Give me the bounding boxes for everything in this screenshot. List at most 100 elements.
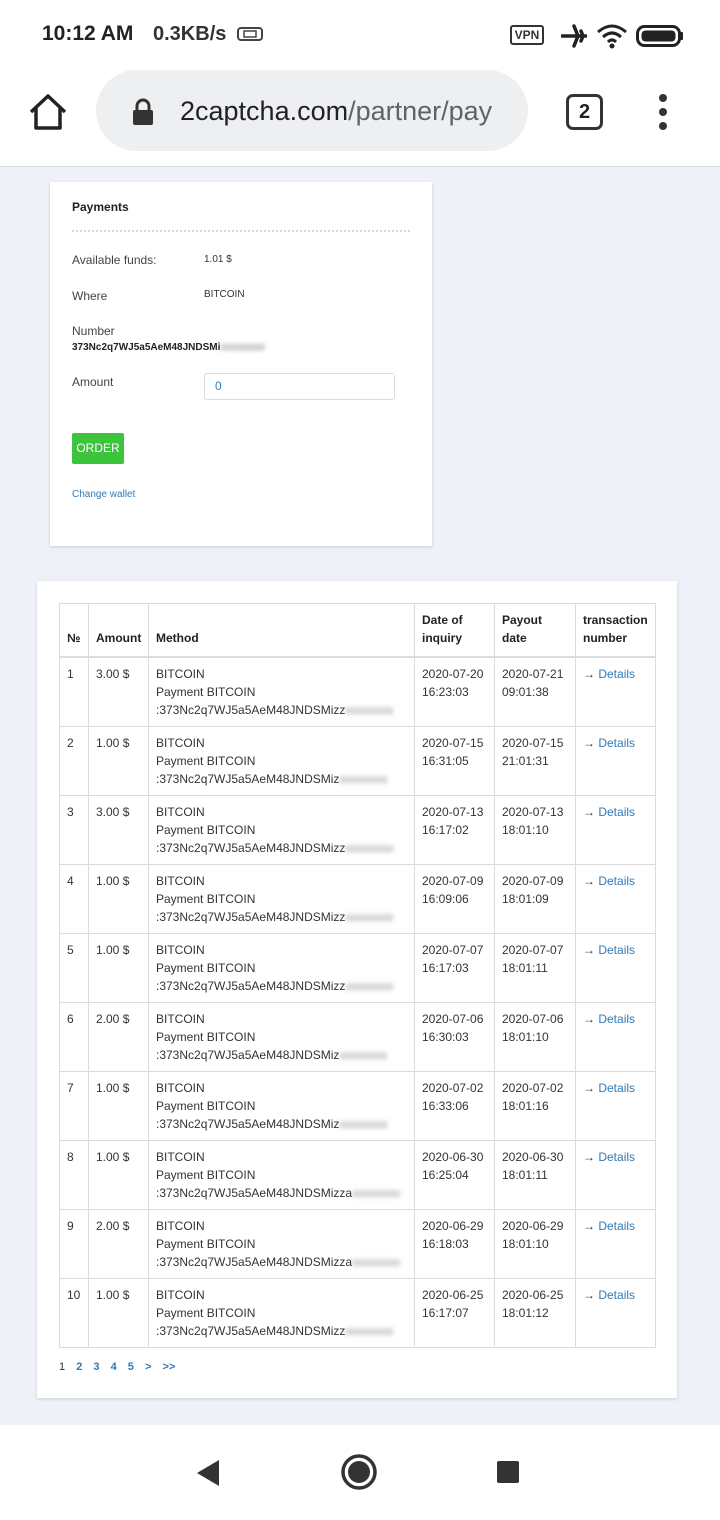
row-number: 2 <box>59 726 89 796</box>
page-3-link[interactable]: 3 <box>93 1361 99 1373</box>
col-header-method: Method <box>148 603 415 658</box>
row-method: BITCOIN Payment BITCOIN:373Nc2q7WJ5a5AeM4… <box>148 1002 415 1072</box>
row-number: 5 <box>59 933 89 1003</box>
arrow-right-icon: → <box>583 805 599 819</box>
url-text: 2captcha.com/partner/pay <box>180 96 492 127</box>
row-number: 1 <box>59 656 89 727</box>
row-inquiry-date: 2020-06-25 16:17:07 <box>414 1278 495 1348</box>
method-desc: Payment BITCOIN <box>156 685 256 699</box>
row-number: 8 <box>59 1140 89 1210</box>
row-method: BITCOIN Payment BITCOIN:373Nc2q7WJ5a5AeM4… <box>148 864 415 934</box>
method-type: BITCOIN <box>156 943 205 957</box>
details-link[interactable]: Details <box>598 1012 635 1026</box>
row-inquiry-date: 2020-07-09 16:09:06 <box>414 864 495 934</box>
more-options-icon[interactable] <box>652 92 676 132</box>
page-2-link[interactable]: 2 <box>76 1361 82 1373</box>
system-nav-bar <box>0 1425 720 1520</box>
home-icon[interactable] <box>28 92 68 132</box>
url-path: /partner/pay <box>348 96 493 126</box>
method-wallet: :373Nc2q7WJ5a5AeM48JNDSMizzxxxxxxxx <box>156 1324 394 1338</box>
page-5-link[interactable]: 5 <box>128 1361 134 1373</box>
method-wallet: :373Nc2q7WJ5a5AeM48JNDSMizzxxxxxxxx <box>156 841 394 855</box>
row-transaction: → Details <box>575 864 656 934</box>
back-icon[interactable] <box>194 1458 222 1488</box>
method-wallet: :373Nc2q7WJ5a5AeM48JNDSMizxxxxxxxx <box>156 1117 388 1131</box>
amount-input[interactable]: 0 <box>204 373 395 400</box>
table-row: 9 2.00 $ BITCOIN Payment BITCOIN:373Nc2q7WJ… <box>59 1209 656 1279</box>
method-type: BITCOIN <box>156 736 205 750</box>
row-payout-date: 2020-07-15 21:01:31 <box>494 726 576 796</box>
details-link[interactable]: Details <box>598 1219 635 1233</box>
row-inquiry-date: 2020-07-13 16:17:02 <box>414 795 495 865</box>
row-payout-date: 2020-07-13 18:01:10 <box>494 795 576 865</box>
recents-icon[interactable] <box>496 1460 520 1484</box>
row-inquiry-date: 2020-06-29 16:18:03 <box>414 1209 495 1279</box>
row-transaction: → Details <box>575 933 656 1003</box>
change-wallet-link[interactable]: Change wallet <box>72 489 135 500</box>
page-4-link[interactable]: 4 <box>111 1361 117 1373</box>
details-link[interactable]: Details <box>598 736 635 750</box>
method-wallet: :373Nc2q7WJ5a5AeM48JNDSMizzaxxxxxxxx <box>156 1186 401 1200</box>
method-desc: Payment BITCOIN <box>156 1099 256 1113</box>
method-type: BITCOIN <box>156 1012 205 1026</box>
row-payout-date: 2020-06-30 18:01:11 <box>494 1140 576 1210</box>
method-desc: Payment BITCOIN <box>156 754 256 768</box>
next-page-link[interactable]: > <box>145 1361 151 1373</box>
row-transaction: → Details <box>575 1278 656 1348</box>
row-inquiry-date: 2020-07-07 16:17:03 <box>414 933 495 1003</box>
table-row: 5 1.00 $ BITCOIN Payment BITCOIN:373Nc2q7WJ… <box>59 933 656 1003</box>
payments-title: Payments <box>72 200 129 214</box>
row-amount: 1.00 $ <box>88 864 149 934</box>
col-header-payout-date: Payout date <box>494 603 576 658</box>
row-method: BITCOIN Payment BITCOIN:373Nc2q7WJ5a5AeM4… <box>148 1278 415 1348</box>
last-page-link[interactable]: >> <box>162 1361 175 1373</box>
pagination: 1 2 3 4 5 > >> <box>59 1361 183 1373</box>
row-method: BITCOIN Payment BITCOIN:373Nc2q7WJ5a5AeM4… <box>148 795 415 865</box>
details-link[interactable]: Details <box>598 1288 635 1302</box>
row-payout-date: 2020-06-29 18:01:10 <box>494 1209 576 1279</box>
vpn-badge: VPN <box>510 25 544 45</box>
arrow-right-icon: → <box>583 874 599 888</box>
table-row: 2 1.00 $ BITCOIN Payment BITCOIN:373Nc2q7WJ… <box>59 726 656 796</box>
table-row: 1 3.00 $ BITCOIN Payment BITCOIN:373Nc2q7WJ… <box>59 656 656 727</box>
method-wallet: :373Nc2q7WJ5a5AeM48JNDSMizzxxxxxxxx <box>156 979 394 993</box>
method-type: BITCOIN <box>156 1219 205 1233</box>
row-method: BITCOIN Payment BITCOIN:373Nc2q7WJ5a5AeM4… <box>148 656 415 727</box>
method-type: BITCOIN <box>156 1081 205 1095</box>
status-bar: 10:12 AM 0.3KB/s VPN <box>0 0 720 70</box>
dotted-divider <box>72 230 410 232</box>
row-payout-date: 2020-07-07 18:01:11 <box>494 933 576 1003</box>
airplane-icon <box>561 24 587 48</box>
available-funds-value: 1.01 $ <box>204 254 232 265</box>
url-domain: 2captcha.com <box>180 96 349 126</box>
row-inquiry-date: 2020-07-02 16:33:06 <box>414 1071 495 1141</box>
row-transaction: → Details <box>575 1209 656 1279</box>
table-header-row: № Amount Method Date of inquiry Payout d… <box>59 603 656 658</box>
sim-card-icon <box>237 27 263 41</box>
browser-toolbar: 2captcha.com/partner/pay 2 <box>0 70 720 167</box>
arrow-right-icon: → <box>583 1219 599 1233</box>
details-link[interactable]: Details <box>598 805 635 819</box>
details-link[interactable]: Details <box>598 667 635 681</box>
row-number: 3 <box>59 795 89 865</box>
home-circle-icon[interactable] <box>340 1453 378 1491</box>
order-button[interactable]: ORDER <box>72 433 124 464</box>
row-method: BITCOIN Payment BITCOIN:373Nc2q7WJ5a5AeM4… <box>148 933 415 1003</box>
method-wallet: :373Nc2q7WJ5a5AeM48JNDSMizxxxxxxxx <box>156 1048 388 1062</box>
tab-switcher-button[interactable]: 2 <box>566 94 603 130</box>
arrow-right-icon: → <box>583 1288 599 1302</box>
row-payout-date: 2020-07-21 09:01:38 <box>494 656 576 727</box>
details-link[interactable]: Details <box>598 1081 635 1095</box>
row-amount: 1.00 $ <box>88 1140 149 1210</box>
method-type: BITCOIN <box>156 1150 205 1164</box>
address-bar[interactable]: 2captcha.com/partner/pay <box>96 70 528 151</box>
details-link[interactable]: Details <box>598 943 635 957</box>
arrow-right-icon: → <box>583 736 599 750</box>
row-inquiry-date: 2020-06-30 16:25:04 <box>414 1140 495 1210</box>
wallet-number-text: 373Nc2q7WJ5a5AeM48JNDSMi <box>72 342 221 353</box>
details-link[interactable]: Details <box>598 1150 635 1164</box>
arrow-right-icon: → <box>583 1150 599 1164</box>
method-desc: Payment BITCOIN <box>156 823 256 837</box>
details-link[interactable]: Details <box>598 874 635 888</box>
row-payout-date: 2020-07-02 18:01:16 <box>494 1071 576 1141</box>
